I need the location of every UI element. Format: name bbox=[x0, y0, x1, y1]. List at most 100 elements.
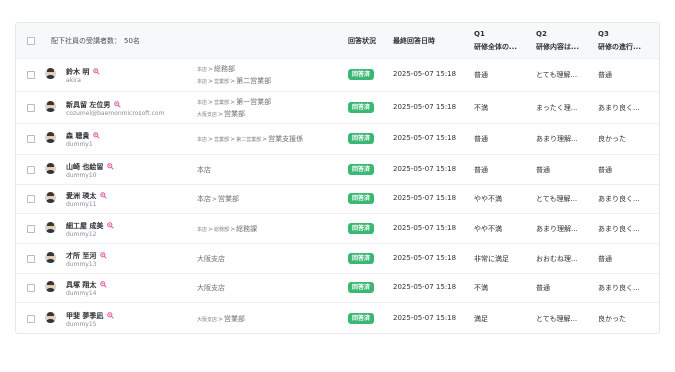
last-answer-datetime: 2025-05-07 15:18 bbox=[393, 223, 457, 232]
row-checkbox[interactable] bbox=[27, 195, 35, 203]
org-path-segment: 営業部 bbox=[214, 99, 230, 106]
table-row[interactable]: 鈴木 明 akira 本店>総務部 本店>営業部>第二営業部 回答済 2025-05-07… bbox=[16, 59, 659, 92]
user-id: dummy14 bbox=[66, 290, 97, 297]
org-path-segment: 本店 bbox=[197, 99, 208, 106]
user-id: dummy13 bbox=[66, 260, 97, 268]
org-path-segment: > bbox=[208, 66, 214, 73]
org-path-segment: > bbox=[208, 98, 214, 106]
avatar bbox=[45, 68, 56, 79]
org-path-segment: 営業部 bbox=[218, 195, 240, 203]
q1-answer: やや不満 bbox=[474, 195, 502, 203]
user-id: dummy10 bbox=[66, 171, 97, 179]
last-answer-datetime: 2025-05-07 15:18 bbox=[393, 134, 457, 142]
organization-path: 本店 bbox=[197, 165, 337, 176]
status-column-header[interactable]: 回答状況 bbox=[348, 23, 376, 58]
q3-column-header[interactable]: Q3 研修の進行... bbox=[598, 28, 641, 54]
subordinate-count-value: 50名 bbox=[124, 36, 140, 45]
table-row[interactable]: 山崎 也絵留 dummy10 本店 回答済 2025-05-07 15:18 普通 普通 普通 bbox=[16, 155, 659, 185]
status-badge: 回答済 bbox=[348, 133, 375, 144]
q3-answer: 普通 bbox=[598, 71, 612, 79]
org-path-segment: > bbox=[208, 225, 214, 233]
q2-answer: あまり理解... bbox=[536, 224, 578, 233]
org-path-segment: > bbox=[208, 136, 214, 143]
avatar bbox=[45, 192, 56, 203]
q2-answer: 普通 bbox=[536, 165, 550, 174]
q3-answer: 良かった bbox=[598, 314, 626, 323]
table-row[interactable]: 具塚 翔太 dummy14 大阪支店 回答済 2025-05-07 15:18 不満 普通 あ… bbox=[16, 274, 659, 303]
user-name: 鈴木 明 bbox=[66, 67, 101, 77]
org-path-segment: 本店 bbox=[197, 79, 208, 85]
user-id: dummy1 bbox=[66, 141, 93, 148]
q3-answer: 良かった bbox=[598, 135, 626, 143]
q2-answer: とても理解... bbox=[536, 314, 578, 323]
org-path-segment: > bbox=[230, 225, 236, 233]
row-checkbox[interactable] bbox=[27, 135, 35, 143]
status-badge: 回答済 bbox=[348, 163, 375, 175]
zoom-icon[interactable] bbox=[93, 68, 101, 76]
select-all-checkbox[interactable] bbox=[27, 37, 35, 45]
zoom-icon[interactable] bbox=[107, 311, 115, 320]
user-id: dummy11 bbox=[66, 201, 97, 208]
q3-answer: あまり良く... bbox=[598, 103, 640, 112]
q3-answer: 普通 bbox=[598, 254, 612, 263]
org-path-segment: > bbox=[230, 78, 236, 85]
q1-answer: 普通 bbox=[474, 135, 488, 143]
row-checkbox[interactable] bbox=[27, 165, 35, 174]
row-checkbox[interactable] bbox=[27, 314, 35, 323]
org-path-segment: 第二営業部 bbox=[236, 137, 262, 143]
org-path-segment: 総務課 bbox=[236, 224, 258, 233]
user-id: dummy15 bbox=[66, 320, 97, 328]
user-name: 具塚 翔太 bbox=[66, 280, 108, 290]
org-path-segment: 大阪支店 bbox=[197, 284, 225, 292]
zoom-icon[interactable] bbox=[100, 192, 108, 200]
table-header-row: 配下社員の受講者数： 50名 回答状況 最終回答日時 Q1 研修全体の... Q… bbox=[16, 23, 659, 59]
org-path-segment: 本店 bbox=[197, 226, 208, 233]
org-path-segment: 営業部 bbox=[224, 109, 246, 118]
table-row[interactable]: 森 聰貴 dummy1 本店>営業部>第二営業部>営業支援係 回答済 2025-05-0… bbox=[16, 124, 659, 155]
zoom-icon[interactable] bbox=[93, 132, 101, 140]
zoom-icon[interactable] bbox=[114, 100, 122, 109]
status-badge: 回答済 bbox=[348, 282, 375, 293]
organization-path: 大阪支店>営業部 bbox=[197, 314, 337, 326]
user-name: 森 聰貴 bbox=[66, 131, 101, 141]
user-name: 細工屋 成美 bbox=[66, 221, 115, 231]
org-path-segment: 本店 bbox=[197, 165, 211, 174]
last-answer-datetime: 2025-05-07 15:18 bbox=[393, 283, 457, 291]
q2-column-header[interactable]: Q2 研修内容は... bbox=[536, 28, 579, 54]
q1-column-header[interactable]: Q1 研修全体の... bbox=[474, 28, 517, 54]
status-badge: 回答済 bbox=[348, 193, 375, 204]
q2-answer: あまり理解... bbox=[536, 135, 578, 143]
org-path-segment: 大阪支店 bbox=[197, 316, 218, 323]
zoom-icon[interactable] bbox=[107, 221, 115, 230]
organization-path: 本店>総務部 本店>営業部>第二営業部 bbox=[197, 64, 337, 88]
table-row[interactable]: 愛洲 瑛太 dummy11 本店>営業部 回答済 2025-05-07 15:18 やや不… bbox=[16, 185, 659, 214]
row-checkbox[interactable] bbox=[27, 254, 35, 263]
q1-answer: 普通 bbox=[474, 71, 488, 79]
zoom-icon[interactable] bbox=[100, 281, 108, 289]
q3-answer: あまり良く... bbox=[598, 224, 640, 233]
avatar bbox=[45, 251, 56, 263]
org-path-segment: > bbox=[218, 315, 224, 323]
zoom-icon[interactable] bbox=[100, 251, 108, 260]
row-checkbox[interactable] bbox=[27, 284, 35, 292]
table-row[interactable]: 才所 至河 dummy13 大阪支店 回答済 2025-05-07 15:18 非常に満足… bbox=[16, 244, 659, 274]
org-path-segment: 営業部 bbox=[214, 79, 230, 85]
org-path-segment: > bbox=[212, 196, 218, 203]
zoom-icon[interactable] bbox=[107, 162, 115, 171]
org-path-segment: 総務部 bbox=[214, 226, 230, 233]
last-answer-column-header[interactable]: 最終回答日時 bbox=[393, 23, 435, 58]
table-row[interactable]: 細工屋 成美 dummy12 本店>総務部>総務課 回答済 2025-05-07 15:… bbox=[16, 214, 659, 244]
table-row[interactable]: 新具留 左位男 cozumel@baemonmicrosoft.com 本店>営業部… bbox=[16, 92, 659, 124]
status-badge: 回答済 bbox=[348, 222, 375, 234]
last-answer-datetime: 2025-05-07 15:18 bbox=[393, 313, 457, 322]
org-path-segment: > bbox=[208, 78, 214, 85]
user-name: 甲斐 夢季凪 bbox=[66, 311, 115, 321]
user-name: 才所 至河 bbox=[66, 251, 108, 261]
row-checkbox[interactable] bbox=[27, 71, 35, 79]
row-checkbox[interactable] bbox=[27, 224, 35, 233]
user-id: akira bbox=[66, 77, 81, 84]
row-checkbox[interactable] bbox=[27, 103, 35, 112]
org-path-segment: > bbox=[262, 136, 268, 143]
table-row[interactable]: 甲斐 夢季凪 dummy15 大阪支店>営業部 回答済 2025-05-07 15:18… bbox=[16, 303, 659, 333]
q2-answer: おおむね理... bbox=[536, 254, 578, 263]
